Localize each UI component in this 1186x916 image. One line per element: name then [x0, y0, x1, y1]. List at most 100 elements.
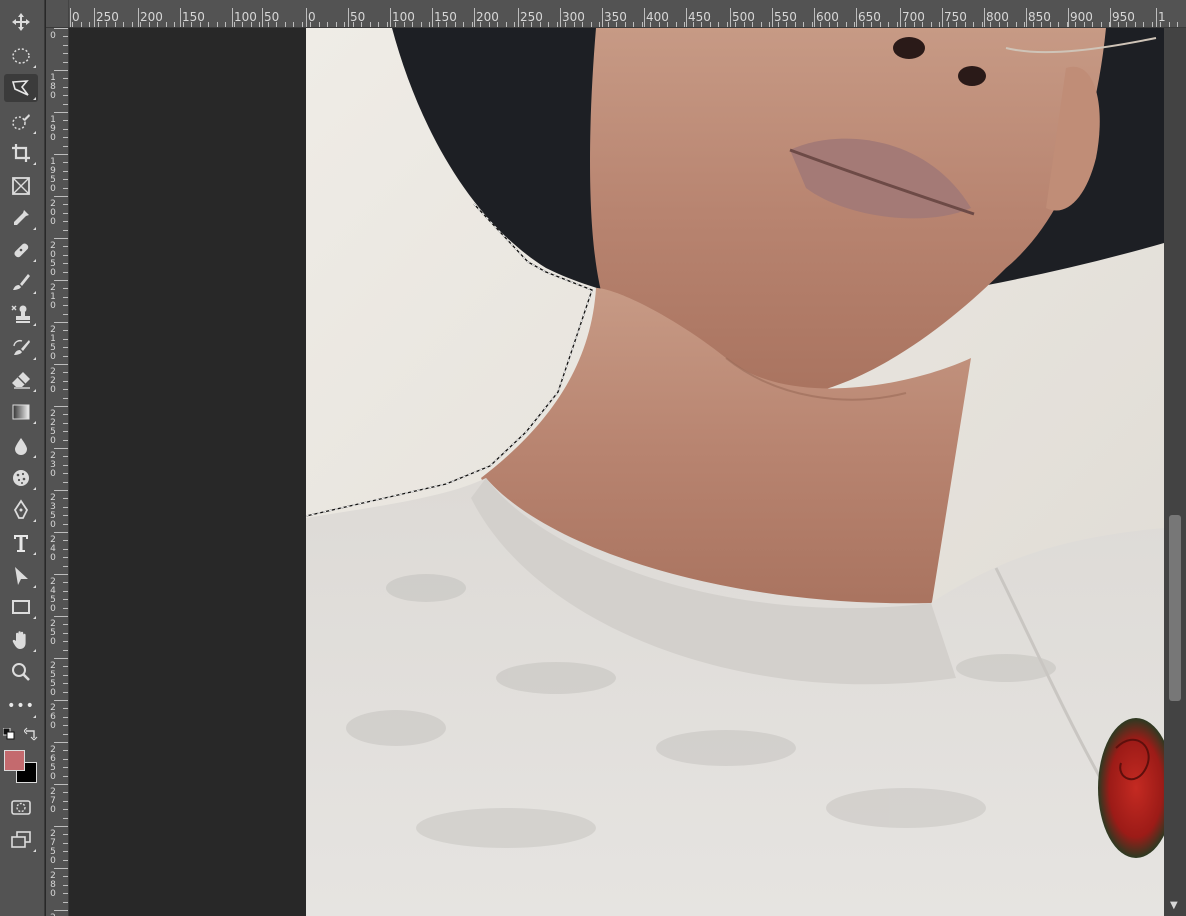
ruler-minor-tick: [63, 465, 68, 466]
ruler-minor-tick: [63, 910, 68, 911]
screen-mode[interactable]: [4, 826, 38, 854]
ruler-minor-tick: [888, 22, 889, 27]
history-brush-icon: [13, 339, 30, 355]
ruler-minor-tick: [63, 305, 68, 306]
hand-tool[interactable]: [4, 626, 38, 654]
ruler-minor-tick: [905, 22, 906, 27]
ruler-origin[interactable]: [46, 0, 69, 27]
ruler-minor-tick: [455, 22, 456, 27]
ruler-minor-tick: [63, 322, 68, 323]
ruler-minor-tick: [1169, 22, 1170, 27]
ruler-minor-tick: [63, 280, 68, 281]
document-canvas[interactable]: [306, 28, 1164, 916]
ruler-minor-tick: [548, 22, 549, 27]
ellipse-marquee-icon: [12, 48, 30, 64]
ruler-minor-tick: [939, 22, 940, 27]
ruler-minor-tick: [140, 22, 141, 27]
crop-tool[interactable]: [4, 139, 38, 167]
ruler-minor-tick: [1143, 22, 1144, 27]
elliptical-marquee-tool[interactable]: [4, 42, 38, 70]
quick-selection-icon: [12, 114, 30, 130]
ruler-minor-tick: [63, 490, 68, 491]
ruler-tick: [1026, 8, 1027, 27]
ruler-minor-tick: [540, 22, 541, 27]
ruler-tick: [1156, 8, 1157, 27]
ruler-minor-tick: [361, 22, 362, 27]
clone-stamp-tool[interactable]: [4, 300, 38, 328]
ruler-minor-tick: [353, 22, 354, 27]
ruler-minor-tick: [63, 339, 68, 340]
ruler-minor-tick: [820, 22, 821, 27]
ruler-label: 200: [50, 199, 56, 227]
quick-selection-tool[interactable]: [4, 108, 38, 136]
ruler-minor-tick: [63, 843, 68, 844]
quick-mask-mode[interactable]: [4, 793, 38, 821]
more-tools[interactable]: •••: [4, 692, 38, 720]
ruler-minor-tick: [727, 22, 728, 27]
foreground-color-swatch[interactable]: [4, 750, 25, 771]
frame-tool[interactable]: [4, 172, 38, 200]
eraser-tool[interactable]: [4, 366, 38, 394]
rectangle-icon: [12, 600, 30, 614]
gradient-tool[interactable]: [4, 398, 38, 426]
ruler-label: 260: [50, 703, 56, 731]
ruler-minor-tick: [693, 22, 694, 27]
scrollbar-thumb[interactable]: [1169, 515, 1181, 701]
ruler-minor-tick: [63, 448, 68, 449]
ruler-minor-tick: [63, 700, 68, 701]
ruler-minor-tick: [259, 22, 260, 27]
ruler-minor-tick: [63, 154, 68, 155]
ruler-minor-tick: [582, 22, 583, 27]
ruler-minor-tick: [370, 22, 371, 27]
ruler-minor-tick: [63, 255, 68, 256]
ruler-minor-tick: [293, 22, 294, 27]
polygonal-lasso-tool[interactable]: [4, 74, 38, 102]
eyedropper-tool[interactable]: [4, 204, 38, 232]
ruler-label: 2150: [50, 325, 56, 362]
zoom-tool[interactable]: [4, 658, 38, 686]
history-brush-tool[interactable]: [4, 334, 38, 362]
ruler-minor-tick: [63, 566, 68, 567]
ruler-minor-tick: [63, 540, 68, 541]
pen-tool[interactable]: [4, 496, 38, 524]
ruler-minor-tick: [63, 188, 68, 189]
ruler-label: 230: [50, 451, 56, 479]
ruler-minor-tick: [63, 28, 68, 29]
rectangle-tool[interactable]: [4, 593, 38, 621]
ruler-label: 200: [140, 10, 163, 24]
blur-tool[interactable]: [4, 432, 38, 460]
ruler-minor-tick: [63, 120, 68, 121]
ruler-minor-tick: [106, 22, 107, 27]
crop-icon: [12, 144, 30, 162]
brush-tool[interactable]: [4, 268, 38, 296]
ruler-minor-tick: [149, 22, 150, 27]
ruler-tick: [348, 8, 349, 27]
ruler-minor-tick: [63, 213, 68, 214]
path-selection-tool[interactable]: [4, 562, 38, 590]
ruler-minor-tick: [557, 22, 558, 27]
ruler-minor-tick: [63, 78, 68, 79]
ruler-minor-tick: [63, 204, 68, 205]
ruler-minor-tick: [63, 549, 68, 550]
healing-brush-tool[interactable]: [4, 236, 38, 264]
type-tool[interactable]: [4, 529, 38, 557]
ruler-tick: [232, 8, 233, 27]
ruler-minor-tick: [922, 22, 923, 27]
ruler-minor-tick: [1092, 22, 1093, 27]
ruler-minor-tick: [63, 784, 68, 785]
ruler-minor-tick: [115, 22, 116, 27]
move-tool[interactable]: [4, 8, 38, 36]
swap-colors-icon[interactable]: [24, 727, 38, 741]
ruler-tick: [814, 8, 815, 27]
ruler-minor-tick: [63, 87, 68, 88]
sponge-tool[interactable]: [4, 464, 38, 492]
ruler-minor-tick: [63, 507, 68, 508]
frame-icon: [12, 177, 30, 195]
ruler-minor-tick: [63, 45, 68, 46]
default-colors-icon[interactable]: [3, 728, 15, 740]
ruler-tick: [602, 8, 603, 27]
ruler-minor-tick: [63, 767, 68, 768]
vertical-scrollbar[interactable]: ▼: [1164, 28, 1186, 916]
scroll-down-arrow-icon[interactable]: ▼: [1170, 900, 1178, 911]
ruler-minor-tick: [132, 22, 133, 27]
